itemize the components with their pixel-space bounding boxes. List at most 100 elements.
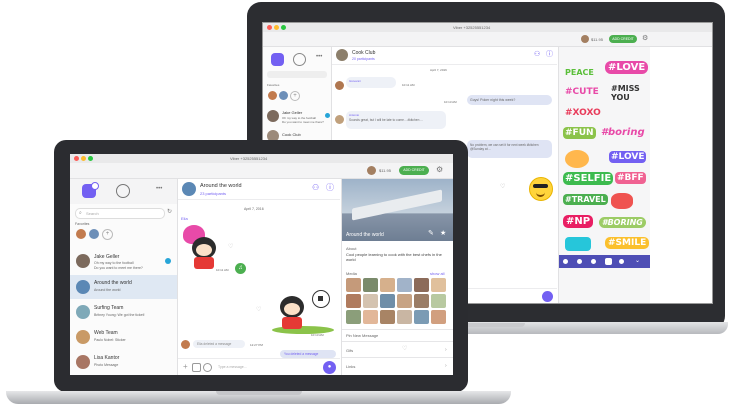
contact-row[interactable]: Lisa Kantor Photo Message bbox=[70, 350, 177, 374]
sticker-fun[interactable]: #FUN bbox=[563, 127, 596, 139]
sticker-xoxo[interactable]: #XOXO bbox=[565, 108, 601, 118]
media-thumbnail[interactable] bbox=[414, 294, 429, 308]
sticker-icon[interactable] bbox=[192, 363, 201, 372]
close-window-button[interactable] bbox=[267, 25, 272, 30]
close-window-button[interactable] bbox=[74, 156, 79, 161]
favorite-avatar[interactable] bbox=[279, 91, 288, 100]
message-input[interactable]: Type a message... bbox=[218, 365, 247, 369]
music-note-icon[interactable]: ♫ bbox=[235, 263, 246, 274]
avatar[interactable] bbox=[367, 166, 376, 175]
explore-icon[interactable] bbox=[293, 53, 306, 66]
info-icon[interactable]: ⓘ bbox=[326, 184, 334, 192]
media-thumbnail[interactable] bbox=[431, 310, 446, 324]
forward-icon[interactable]: ♡ bbox=[500, 183, 505, 190]
add-participant-icon[interactable]: ⚇ bbox=[534, 51, 540, 58]
sticker-boring-2[interactable]: #BORING bbox=[599, 217, 646, 228]
contact-row[interactable]: Surfing Team Britney Young: We got the t… bbox=[70, 300, 177, 324]
sticker-love-2[interactable]: #LOVE bbox=[609, 151, 647, 163]
plus-icon[interactable]: + bbox=[183, 362, 188, 371]
more-icon[interactable]: ••• bbox=[316, 54, 322, 60]
edit-icon[interactable]: ✎ bbox=[428, 230, 434, 237]
sticker-character[interactable] bbox=[565, 150, 589, 168]
smiley-sticker[interactable] bbox=[529, 177, 553, 201]
media-thumbnail[interactable] bbox=[380, 278, 395, 292]
search-input[interactable]: ⌕ Search bbox=[75, 208, 165, 219]
media-thumbnail[interactable] bbox=[363, 278, 378, 292]
media-thumbnail[interactable] bbox=[397, 278, 412, 292]
participants-count[interactable]: 20 participants bbox=[352, 57, 375, 61]
sticker-smile[interactable]: #SMILE bbox=[605, 237, 650, 249]
chats-icon[interactable] bbox=[82, 182, 99, 198]
sticker-character-2[interactable] bbox=[611, 193, 633, 209]
favorite-avatar[interactable] bbox=[76, 229, 86, 239]
show-all-link[interactable]: show all bbox=[430, 271, 444, 276]
chats-icon[interactable] bbox=[271, 53, 284, 66]
message-bubble-outgoing[interactable]: No problem, we can set it for next week … bbox=[467, 140, 552, 158]
chevron-right-icon[interactable]: › bbox=[445, 363, 447, 369]
gear-icon[interactable]: ⚙ bbox=[436, 166, 443, 174]
sticker-tab-icon[interactable] bbox=[591, 259, 596, 264]
add-participant-icon[interactable]: ⚇ bbox=[312, 184, 319, 192]
media-thumbnail[interactable] bbox=[431, 294, 446, 308]
media-thumbnail[interactable] bbox=[346, 310, 361, 324]
pin-message-label[interactable]: Pin New Message bbox=[346, 333, 378, 338]
chevron-right-icon[interactable]: › bbox=[445, 347, 447, 353]
message-bubble[interactable]: Antonio Sounds great, but I will be late… bbox=[346, 111, 446, 129]
gifs-label[interactable]: Gifs bbox=[346, 348, 353, 353]
group-avatar[interactable] bbox=[336, 49, 348, 61]
add-credit-button[interactable]: ADD CREDIT bbox=[609, 35, 637, 43]
sticker-travel[interactable]: #TRAVEL bbox=[563, 194, 608, 205]
message-bubble[interactable]: Giovanni bbox=[346, 77, 396, 88]
contact-row-selected[interactable]: Around the world Around the world bbox=[70, 275, 177, 299]
media-thumbnail[interactable] bbox=[380, 294, 395, 308]
group-avatar[interactable] bbox=[182, 182, 196, 196]
heart-icon[interactable]: ♡ bbox=[402, 345, 407, 352]
minimize-window-button[interactable] bbox=[274, 25, 279, 30]
chevron-down-icon[interactable]: ⌄ bbox=[635, 258, 640, 265]
contact-row[interactable]: Jake Geller Oh my way to the football Do… bbox=[263, 106, 331, 126]
media-thumbnail[interactable] bbox=[397, 310, 412, 324]
media-thumbnail[interactable] bbox=[397, 294, 412, 308]
media-thumbnail[interactable] bbox=[431, 278, 446, 292]
sticker-selfie[interactable]: #SELFIE bbox=[563, 172, 614, 185]
avatar[interactable] bbox=[581, 35, 589, 43]
media-thumbnail[interactable] bbox=[346, 278, 361, 292]
sticker-monkey-soccer[interactable] bbox=[270, 290, 336, 338]
participants-count[interactable]: 23 participants bbox=[200, 191, 226, 196]
explore-icon[interactable] bbox=[116, 184, 130, 198]
zoom-window-button[interactable] bbox=[281, 25, 286, 30]
add-favorite-button[interactable]: + bbox=[290, 91, 300, 101]
contact-row[interactable]: Web Team Paulo Nobel: Sticker bbox=[70, 325, 177, 349]
contact-row[interactable]: Jake Geller Oh my way to the football Do… bbox=[70, 249, 177, 274]
favorite-avatar[interactable] bbox=[89, 229, 99, 239]
more-icon[interactable]: ••• bbox=[156, 186, 162, 192]
media-thumbnail[interactable] bbox=[414, 278, 429, 292]
sticker-tab-icon[interactable] bbox=[563, 259, 568, 264]
sticker-miss-you[interactable]: #MISS YOU bbox=[611, 84, 645, 102]
sticker-tab-icon[interactable] bbox=[619, 259, 624, 264]
add-favorite-button[interactable]: + bbox=[102, 229, 113, 240]
links-label[interactable]: Links bbox=[346, 364, 355, 369]
add-credit-button[interactable]: ADD CREDIT bbox=[399, 166, 429, 175]
sticker-monkey-heart[interactable] bbox=[180, 225, 226, 270]
search-input[interactable] bbox=[267, 71, 327, 78]
sticker-bff[interactable]: #BFF bbox=[615, 172, 646, 184]
send-button[interactable] bbox=[542, 291, 553, 302]
heart-icon[interactable]: ♡ bbox=[228, 243, 233, 250]
sticker-boring[interactable]: #boring bbox=[601, 127, 645, 138]
sticker-shape[interactable] bbox=[565, 237, 591, 251]
star-icon[interactable]: ★ bbox=[440, 230, 446, 237]
sticker-np[interactable]: #NP bbox=[563, 215, 594, 228]
refresh-icon[interactable]: ↻ bbox=[167, 208, 172, 215]
emoji-icon[interactable] bbox=[203, 363, 212, 372]
media-thumbnail[interactable] bbox=[414, 310, 429, 324]
minimize-window-button[interactable] bbox=[81, 156, 86, 161]
sticker-cute[interactable]: #CUTE bbox=[565, 87, 599, 97]
gear-icon[interactable]: ⚙ bbox=[642, 35, 648, 42]
media-thumbnail[interactable] bbox=[380, 310, 395, 324]
zoom-window-button[interactable] bbox=[88, 156, 93, 161]
media-thumbnail[interactable] bbox=[363, 310, 378, 324]
sticker-tab-icon[interactable] bbox=[605, 258, 612, 265]
info-icon[interactable]: ⓘ bbox=[546, 51, 553, 58]
media-thumbnail[interactable] bbox=[346, 294, 361, 308]
